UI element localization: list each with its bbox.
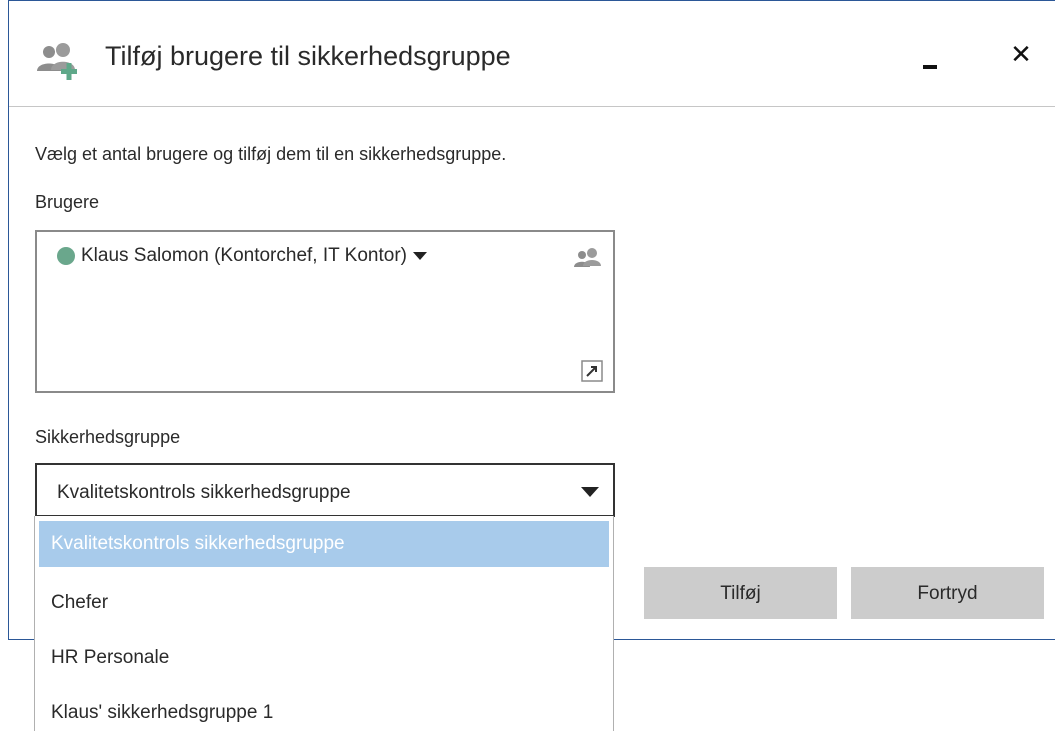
dropdown-option[interactable]: Kvalitetskontrols sikkerhedsgruppe [39, 521, 609, 567]
dropdown-option[interactable]: Klaus' sikkerhedsgruppe 1 [39, 690, 609, 736]
users-add-icon [37, 43, 77, 80]
security-group-dropdown-list: Kvalitetskontrols sikkerhedsgruppe Chefe… [34, 516, 614, 731]
minimize-icon [923, 65, 937, 69]
dialog-titlebar: Tilføj brugere til sikkerhedsgruppe ✕ [9, 1, 1055, 107]
expand-icon[interactable] [581, 360, 603, 382]
users-icon[interactable] [573, 246, 603, 270]
chevron-down-icon[interactable] [412, 252, 427, 260]
add-button[interactable]: Tilføj [644, 567, 837, 619]
dropdown-option[interactable]: HR Personale [39, 635, 609, 681]
close-button[interactable]: ✕ [1005, 39, 1037, 71]
security-group-select[interactable]: Kvalitetskontrols sikkerhedsgruppe [35, 463, 615, 517]
users-label: Brugere [35, 192, 100, 212]
dropdown-option[interactable]: Chefer [39, 580, 609, 626]
minimize-button[interactable] [915, 47, 945, 77]
users-picker-field[interactable]: Klaus Salomon (Kontorchef, IT Kontor) [35, 230, 615, 393]
cancel-button[interactable]: Fortryd [851, 567, 1044, 619]
dialog-title: Tilføj brugere til sikkerhedsgruppe [105, 41, 511, 71]
security-group-label: Sikkerhedsgruppe [35, 427, 181, 447]
dialog-description: Vælg et antal brugere og tilføj dem til … [35, 144, 507, 164]
presence-status-icon [57, 247, 75, 265]
user-token[interactable]: Klaus Salomon (Kontorchef, IT Kontor) [57, 245, 427, 267]
security-group-selected-value: Kvalitetskontrols sikkerhedsgruppe [57, 482, 351, 503]
chevron-down-icon [581, 487, 599, 497]
user-token-name: Klaus Salomon (Kontorchef, IT Kontor) [81, 245, 407, 266]
